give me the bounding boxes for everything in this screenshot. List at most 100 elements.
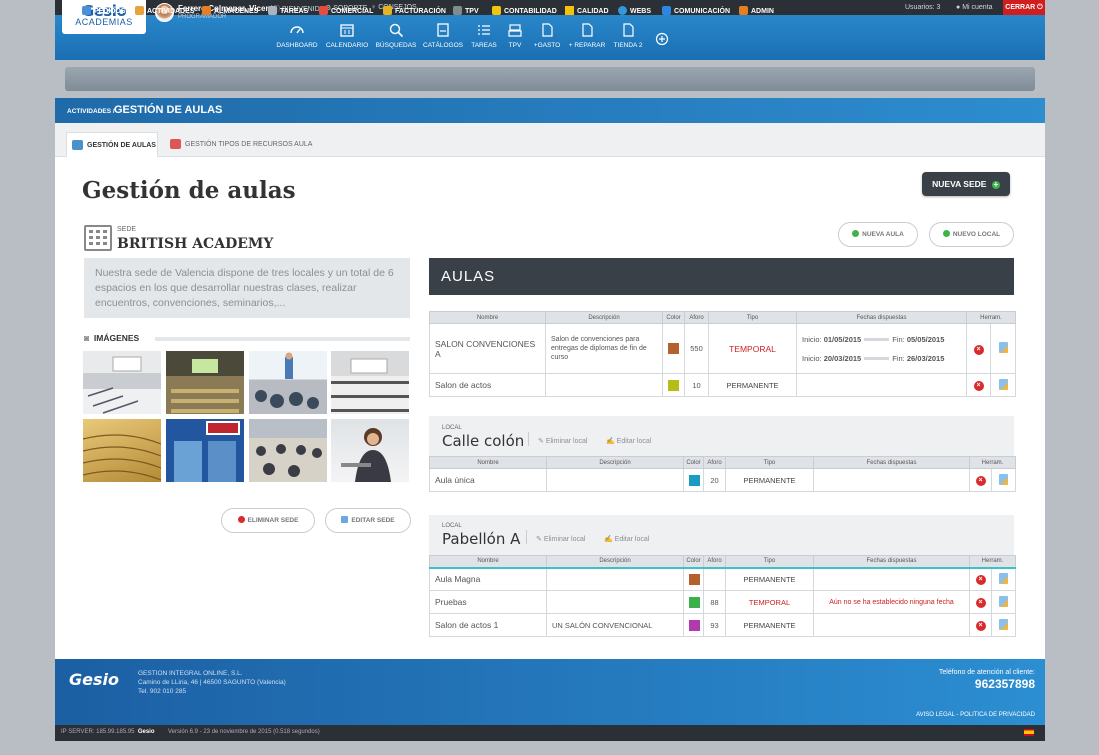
nav-admin[interactable]: ADMIN	[739, 0, 774, 24]
aula-dates	[813, 613, 970, 637]
nav-webs[interactable]: WEBS	[618, 0, 651, 24]
add-shortcut-button[interactable]	[655, 32, 669, 46]
edit-icon	[999, 473, 1008, 485]
edit-sede-button[interactable]: EDITAR SEDE	[325, 508, 411, 533]
col-nombre: Nombre	[429, 555, 547, 568]
delete-aula-button[interactable]: ×	[969, 468, 992, 492]
gallery-image[interactable]	[83, 419, 161, 482]
table-row[interactable]: Pruebas 88 TEMPORAL Aún no se ha estable…	[429, 590, 1017, 614]
nav-comunicacion[interactable]: COMUNICACIÓN	[662, 0, 730, 24]
gallery-image[interactable]	[166, 351, 244, 414]
gallery-image[interactable]	[83, 351, 161, 414]
color-swatch	[689, 619, 700, 631]
delete-sede-button[interactable]: ELIMINAR SEDE	[221, 508, 315, 533]
orders-icon	[82, 5, 91, 15]
nav-facturacion[interactable]: FACTURACIÓN	[383, 0, 446, 24]
nav-comercial[interactable]: COMERCIAL	[319, 0, 373, 24]
col-fechas: Fechas dispuestas	[813, 456, 970, 469]
nav-almacenes[interactable]: ALMACENES	[202, 0, 258, 24]
nav-contabilidad[interactable]: CONTABILIDAD	[492, 0, 557, 24]
page-title: Gestión de aulas	[82, 177, 296, 204]
delete-local-link[interactable]: ✎ Eliminar local	[538, 437, 587, 445]
gallery-image[interactable]	[166, 419, 244, 482]
table-row[interactable]: Aula única 20 PERMANENTE ×	[429, 468, 1017, 492]
aula-tipo: PERMANENTE	[725, 567, 814, 591]
images-heading: ◙ IMÁGENES	[84, 333, 140, 343]
plus-icon	[942, 229, 950, 237]
edit-aula-button[interactable]	[989, 323, 1017, 374]
table-row[interactable]: SALON CONVENCIONES A Salon de convencion…	[429, 323, 1017, 374]
edit-local-link[interactable]: ✍ Editar local	[606, 437, 651, 445]
user-icon: ●	[956, 4, 961, 11]
nav-tareas-main[interactable]: TAREAS	[268, 0, 308, 24]
table-row[interactable]: Aula Magna PERMANENTE ×	[429, 567, 1017, 591]
edit-icon	[998, 342, 1008, 353]
warehouse-icon	[202, 5, 211, 15]
new-local-button[interactable]: NUEVO LOCAL	[929, 222, 1014, 247]
edit-aula-button[interactable]	[990, 590, 1017, 614]
new-sede-button[interactable]: NUEVA SEDE +	[922, 172, 1010, 196]
nav-catalogos[interactable]: CATÁLOGOS	[421, 22, 465, 49]
col-aforo: Aforo	[684, 311, 709, 324]
edit-aula-button[interactable]	[990, 468, 1017, 492]
delete-icon: ×	[973, 381, 984, 391]
nav-dashboard[interactable]: DASHBOARD	[275, 22, 319, 49]
divider	[528, 432, 529, 446]
globe-icon	[618, 5, 627, 15]
my-account-link[interactable]: ● Mi cuenta	[956, 4, 993, 11]
delete-icon: ×	[975, 476, 986, 486]
table-row[interactable]: Salon de actos 10 PERMANENTE ×	[429, 373, 1017, 397]
local-label: LOCAL	[442, 425, 462, 431]
accounting-icon	[492, 5, 501, 15]
camera-icon: ◙	[84, 333, 90, 343]
aula-dates	[813, 567, 970, 591]
gallery-image[interactable]	[249, 419, 327, 482]
gallery-image[interactable]	[249, 351, 327, 414]
new-aula-button[interactable]: NUEVA AULA	[838, 222, 918, 247]
gallery-image[interactable]	[331, 351, 409, 414]
nav-calidad[interactable]: CALIDAD	[565, 0, 609, 24]
nav-tienda-2[interactable]: TIENDA 2	[606, 22, 650, 49]
nav-reparar[interactable]: + REPARAR	[565, 22, 609, 49]
users-count[interactable]: Usuarios: 3	[905, 4, 940, 11]
document-icon	[542, 23, 553, 37]
spain-flag-icon[interactable]	[1024, 729, 1034, 736]
delete-aula-button[interactable]: ×	[969, 590, 992, 614]
aula-color	[683, 567, 704, 591]
nav-calendario[interactable]: CALENDARIO	[325, 22, 369, 49]
tab-gestion-aulas[interactable]: GESTIÓN DE AULAS	[66, 132, 158, 157]
breadcrumb-parent[interactable]: ACTIVIDADES /	[67, 108, 115, 115]
nav-busquedas[interactable]: BÚSQUEDAS	[374, 22, 418, 49]
aula-name: Aula Magna	[429, 567, 547, 591]
delete-aula-button[interactable]: ×	[969, 613, 992, 637]
aula-aforo: 88	[703, 590, 726, 614]
delete-icon: ×	[973, 344, 984, 355]
edit-local-link[interactable]: ✍ Editar local	[604, 535, 649, 543]
edit-icon: ✍	[604, 536, 613, 543]
company-info: GESTION INTEGRAL ONLINE, S.L. Camino de …	[138, 670, 286, 695]
col-fechas: Fechas dispuestas	[813, 555, 970, 568]
tab-tipos-recursos[interactable]: GESTIÓN TIPOS DE RECURSOS AULA	[170, 132, 312, 157]
legal-links[interactable]: AVISO LEGAL - POLITICA DE PRIVACIDAD	[880, 712, 1035, 718]
local-name: Pabellón A	[442, 530, 521, 548]
nav-gasto[interactable]: +GASTO	[525, 22, 569, 49]
delete-aula-button[interactable]: ×	[966, 373, 991, 397]
nav-tpv-main[interactable]: TPV	[453, 0, 479, 24]
logout-button[interactable]: CERRAR ⏻	[1003, 0, 1045, 15]
edit-aula-button[interactable]	[990, 567, 1017, 591]
edit-aula-button[interactable]	[989, 373, 1017, 397]
col-herramientas: Herram.	[965, 311, 1017, 324]
main-nav	[65, 67, 1035, 91]
delete-aula-button[interactable]: ×	[966, 323, 991, 374]
nav-pedidos[interactable]: PEDIDOS	[82, 0, 126, 24]
aula-color	[662, 323, 685, 374]
delete-local-link[interactable]: ✎ Eliminar local	[536, 535, 585, 543]
aula-color	[662, 373, 685, 397]
gallery-image[interactable]	[331, 419, 409, 482]
table-row[interactable]: Salon de actos 1 UN SALÓN CONVENCIONAL 9…	[429, 613, 1017, 637]
col-nombre: Nombre	[429, 456, 547, 469]
aula-description: Salon de convenciones para entregas de d…	[545, 323, 663, 374]
nav-actividades[interactable]: ACTIVIDADES	[135, 0, 194, 24]
edit-aula-button[interactable]	[990, 613, 1017, 637]
delete-aula-button[interactable]: ×	[969, 567, 992, 591]
